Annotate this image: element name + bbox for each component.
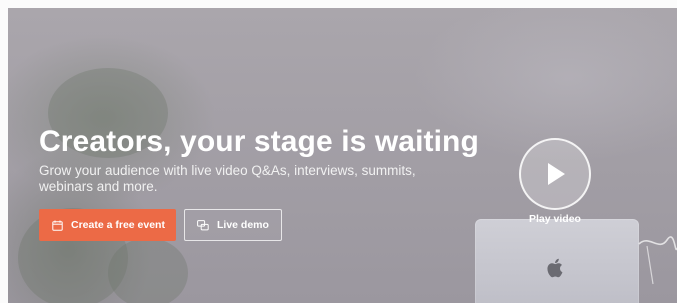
live-demo-icon [197,219,209,231]
calendar-icon [52,220,63,231]
hero-subheadline: Grow your audience with live video Q&As,… [39,163,416,194]
background-plant [108,238,188,303]
background-cable [638,236,677,285]
play-icon [548,163,565,185]
live-demo-button[interactable]: Live demo [184,209,282,241]
hero-section: Creators, your stage is waiting Grow you… [8,8,677,303]
create-free-event-button[interactable]: Create a free event [39,209,176,241]
live-demo-label: Live demo [217,219,269,231]
play-video-label[interactable]: Play video [516,213,594,225]
play-video-button[interactable] [519,138,591,210]
apple-logo-icon [547,258,563,278]
create-free-event-label: Create a free event [71,219,165,231]
hero-headline: Creators, your stage is waiting [39,125,479,158]
background-laptop [475,219,639,303]
